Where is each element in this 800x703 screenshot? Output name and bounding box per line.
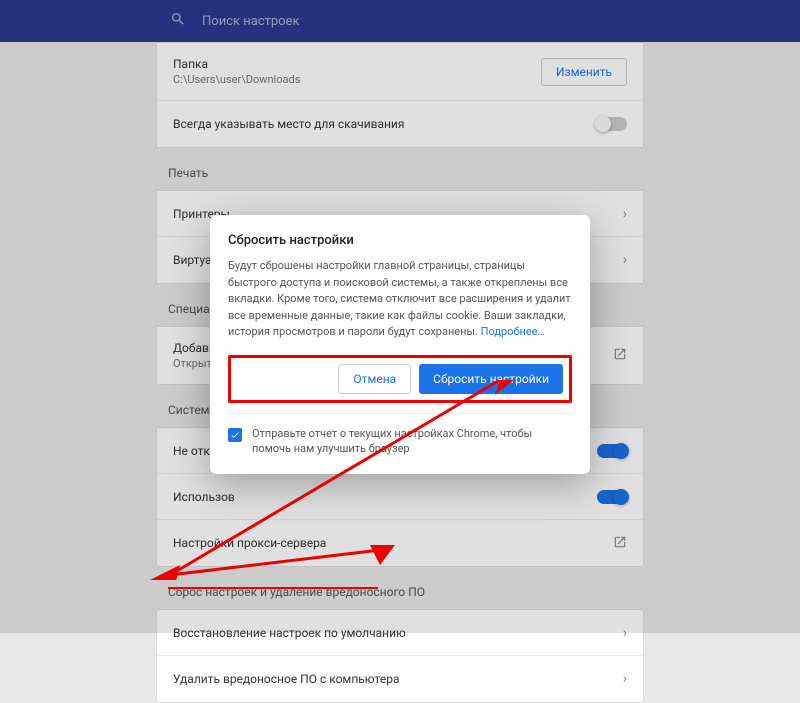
report-text: Отправьте отчет о текущих настройках Chr… xyxy=(252,426,572,457)
cancel-button[interactable]: Отмена xyxy=(338,364,411,394)
report-link[interactable]: текущих настройках Chrome xyxy=(349,427,495,440)
cleanup-row[interactable]: Удалить вредоносное ПО с компьютера › xyxy=(157,656,643,702)
modal-overlay: Сбросить настройки Будут сброшены настро… xyxy=(0,0,800,633)
dialog-title: Сбросить настройки xyxy=(228,233,572,248)
reset-settings-dialog: Сбросить настройки Будут сброшены настро… xyxy=(210,215,590,474)
learn-more-link[interactable]: Подробнее… xyxy=(481,325,545,338)
report-checkbox[interactable] xyxy=(228,428,242,442)
reset-confirm-button[interactable]: Сбросить настройки xyxy=(419,364,563,394)
chevron-right-icon: › xyxy=(623,671,627,687)
cleanup-label: Удалить вредоносное ПО с компьютера xyxy=(173,672,399,686)
dialog-footer: Отправьте отчет о текущих настройках Chr… xyxy=(228,413,572,457)
dialog-actions: Отмена Сбросить настройки xyxy=(228,355,572,403)
dialog-body: Будут сброшены настройки главной страниц… xyxy=(228,258,572,341)
